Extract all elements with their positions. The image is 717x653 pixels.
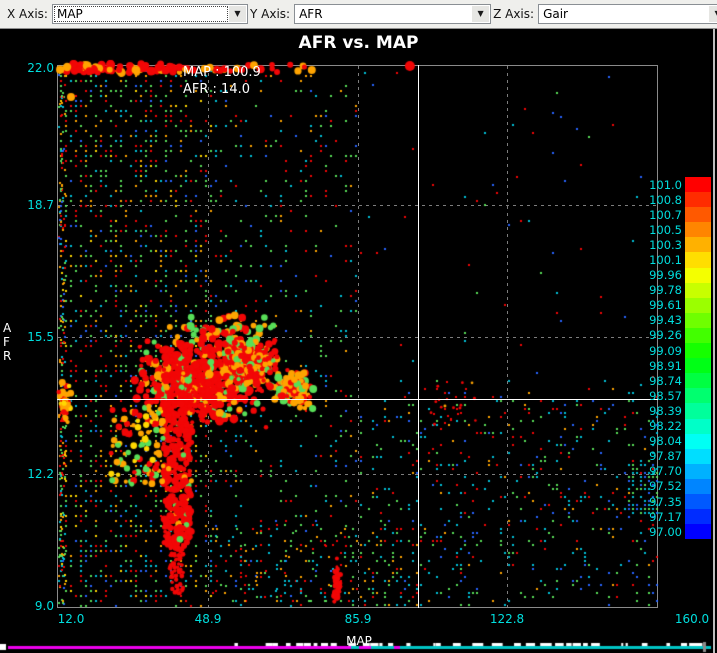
legend-color-swatch [685, 192, 711, 208]
legend-color-swatch [685, 327, 711, 344]
crosshair-horizontal-line [57, 399, 658, 400]
readout-map: MAP : 100.9 [183, 65, 261, 80]
legend-color-swatch [685, 207, 711, 223]
legend-value-label: 100.7 [649, 207, 682, 222]
legend-value-label: 100.8 [649, 192, 682, 207]
legend-entry: 99.96 [630, 267, 711, 283]
legend-color-swatch [685, 418, 711, 434]
y-tick-label: 18.7 [27, 198, 54, 212]
x-axis-title: MAP [346, 634, 372, 648]
legend-color-swatch [685, 222, 711, 238]
legend-entry: 97.00 [630, 524, 711, 540]
legend-entry: 100.7 [630, 207, 711, 223]
x-tick-label: 12.0 [57, 612, 85, 626]
legend-color-swatch [685, 267, 711, 283]
legend-value-label: 97.70 [649, 464, 682, 479]
legend-entry: 98.39 [630, 403, 711, 419]
x-tick-label: 48.9 [194, 612, 222, 626]
x-tick-label: 122.8 [489, 612, 525, 626]
legend-value-label: 98.91 [649, 358, 682, 373]
legend-entry: 98.74 [630, 373, 711, 389]
legend-value-label: 99.26 [649, 328, 682, 343]
legend-entry: 97.17 [630, 509, 711, 525]
legend-entry: 98.04 [630, 433, 711, 449]
legend-color-swatch [685, 177, 711, 193]
legend-value-label: 100.3 [649, 237, 682, 252]
legend-value-label: 98.74 [649, 373, 682, 388]
legend-color-swatch [685, 493, 711, 510]
legend-entry: 100.5 [630, 222, 711, 238]
legend-value-label: 97.00 [649, 524, 682, 539]
chart-title: AFR vs. MAP [298, 33, 419, 53]
legend-value-label: 98.39 [649, 403, 682, 418]
legend-color-swatch [685, 433, 711, 449]
legend-value-label: 98.22 [649, 419, 682, 434]
legend-value-label: 98.04 [649, 434, 682, 449]
legend-color-swatch [685, 373, 711, 389]
legend-entry: 97.70 [630, 463, 711, 479]
x-tick-label: 85.9 [344, 612, 372, 626]
legend-color-swatch [685, 509, 711, 525]
y-tick-label: 12.2 [27, 467, 54, 481]
window-right-edge [713, 29, 715, 653]
legend-entry: 101.0 [630, 177, 711, 193]
legend-color-swatch [685, 343, 711, 359]
y-tick-label: 15.5 [27, 330, 54, 344]
x-tick-label: 160.0 [674, 612, 710, 626]
legend-entry: 97.52 [630, 478, 711, 494]
scatter-canvas[interactable] [0, 0, 717, 653]
y-tick-label: 9.0 [34, 599, 54, 613]
legend-color-swatch [685, 312, 711, 328]
legend-entry: 99.43 [630, 312, 711, 328]
legend-color-swatch [685, 448, 711, 464]
legend-value-label: 99.96 [649, 268, 682, 283]
legend-color-swatch [685, 478, 711, 494]
legend-entry: 100.8 [630, 192, 711, 208]
legend-value-label: 97.17 [649, 509, 682, 524]
legend-value-label: 99.43 [649, 313, 682, 328]
legend-entry: 99.09 [630, 343, 711, 359]
legend-color-swatch [685, 297, 711, 313]
legend-value-label: 99.61 [649, 298, 682, 313]
legend-value-label: 100.5 [649, 222, 682, 237]
legend-entry: 97.35 [630, 493, 711, 510]
readout-afr: AFR : 14.0 [183, 82, 250, 97]
legend-color-swatch [685, 463, 711, 479]
y-tick-label: 22.0 [27, 61, 54, 75]
legend-value-label: 97.35 [649, 494, 682, 509]
legend-color-swatch [685, 524, 711, 540]
color-scale-legend: 101.0 100.8 100.7 100.5 100.3 100.1 99.96 99.78… [630, 177, 711, 540]
legend-color-swatch [685, 252, 711, 268]
legend-value-label: 97.52 [649, 479, 682, 494]
legend-value-label: 97.87 [649, 449, 682, 464]
legend-entry: 99.61 [630, 297, 711, 313]
legend-entry: 98.91 [630, 358, 711, 374]
log-viewer-window: X Axis: MAP ▼ Y Axis: AFR ▼ Z Axis: Gair… [0, 0, 717, 653]
legend-entry: 100.1 [630, 252, 711, 268]
legend-entry: 98.57 [630, 388, 711, 404]
legend-color-swatch [685, 358, 711, 374]
legend-entry: 98.22 [630, 418, 711, 434]
legend-entry: 100.3 [630, 237, 711, 253]
y-axis-title: A F R [3, 321, 12, 363]
legend-entry: 99.26 [630, 327, 711, 344]
legend-entry: 99.78 [630, 282, 711, 298]
cursor-readout: MAP : 100.9 AFR : 14.0 [183, 64, 261, 98]
legend-color-swatch [685, 237, 711, 253]
legend-value-label: 99.78 [649, 283, 682, 298]
legend-value-label: 100.1 [649, 253, 682, 268]
legend-value-label: 99.09 [649, 343, 682, 358]
legend-color-swatch [685, 282, 711, 298]
legend-color-swatch [685, 403, 711, 419]
legend-entry: 97.87 [630, 448, 711, 464]
legend-value-label: 101.0 [649, 177, 682, 192]
legend-color-swatch [685, 388, 711, 404]
crosshair-vertical-line [418, 65, 419, 608]
legend-value-label: 98.57 [649, 388, 682, 403]
